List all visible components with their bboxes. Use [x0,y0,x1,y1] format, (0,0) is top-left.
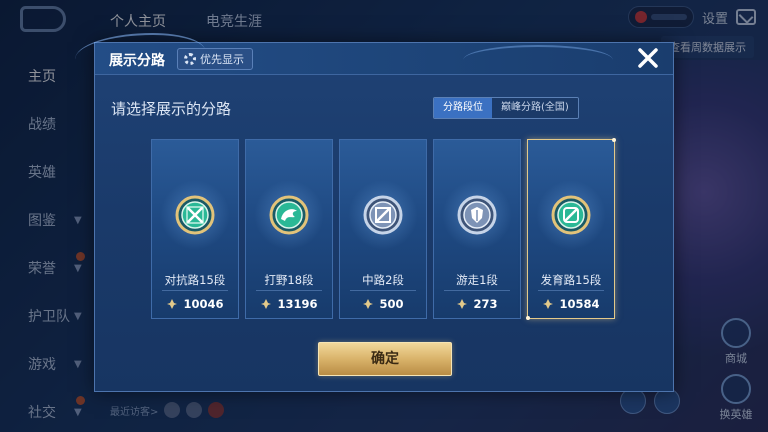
lane-card-roam[interactable]: 游走1段 273 [433,139,521,319]
points-icon [261,299,272,309]
points-icon [457,299,468,309]
lane-mode-toggle: 分路段位 巅峰分路(全国) [433,97,579,119]
points-icon [363,299,374,309]
close-button[interactable] [633,43,663,73]
cloud-ornament [463,45,613,75]
tab-peak-lane-national[interactable]: 巅峰分路(全国) [492,98,578,118]
selected-corner-dot [612,138,616,142]
gear-icon [184,53,196,65]
lane-points: 500 [340,297,426,311]
lane-points: 10584 [528,297,614,311]
close-icon [638,48,658,68]
lane-rank-label: 对抗路15段 [164,273,226,287]
choose-lane-prompt: 请选择展示的分路 [111,100,232,118]
crossed-swords-icon [175,195,215,235]
lane-rank-label: 游走1段 [456,273,498,287]
lane-points: 13196 [246,297,332,311]
lane-rank-label: 打野18段 [264,273,314,287]
lane-rank-label: 中路2段 [362,273,404,287]
lane-rank-label: 发育路15段 [540,273,602,287]
priority-display-button[interactable]: 优先显示 [177,48,253,70]
dialog-header: 展示分路 优先显示 [75,33,673,75]
lane-cards: 对抗路15段 10046 打野18段 13196 中路2段 500 游走1段 2… [151,138,616,320]
tab-lane-rank[interactable]: 分路段位 [434,98,492,118]
selected-corner-dot [526,316,530,320]
confirm-button[interactable]: 确定 [318,342,452,376]
dragon-icon [269,195,309,235]
points-icon [167,299,178,309]
priority-display-label: 优先显示 [200,53,244,66]
staff-icon [363,195,403,235]
dialog-title: 展示分路 [109,53,165,69]
lane-card-jungle[interactable]: 打野18段 13196 [245,139,333,319]
shield-wings-icon [457,195,497,235]
lane-card-farm[interactable]: 发育路15段 10584 [526,138,616,320]
points-icon [543,299,554,309]
display-lane-dialog: 展示分路 优先显示 请选择展示的分路 分路段位 巅峰分路(全国) 对抗路15段 [75,33,674,392]
lane-points: 273 [434,297,520,311]
bow-target-icon [551,195,591,235]
lane-card-mid[interactable]: 中路2段 500 [339,139,427,319]
lane-points: 10046 [152,297,238,311]
lane-card-top[interactable]: 对抗路15段 10046 [151,139,239,319]
